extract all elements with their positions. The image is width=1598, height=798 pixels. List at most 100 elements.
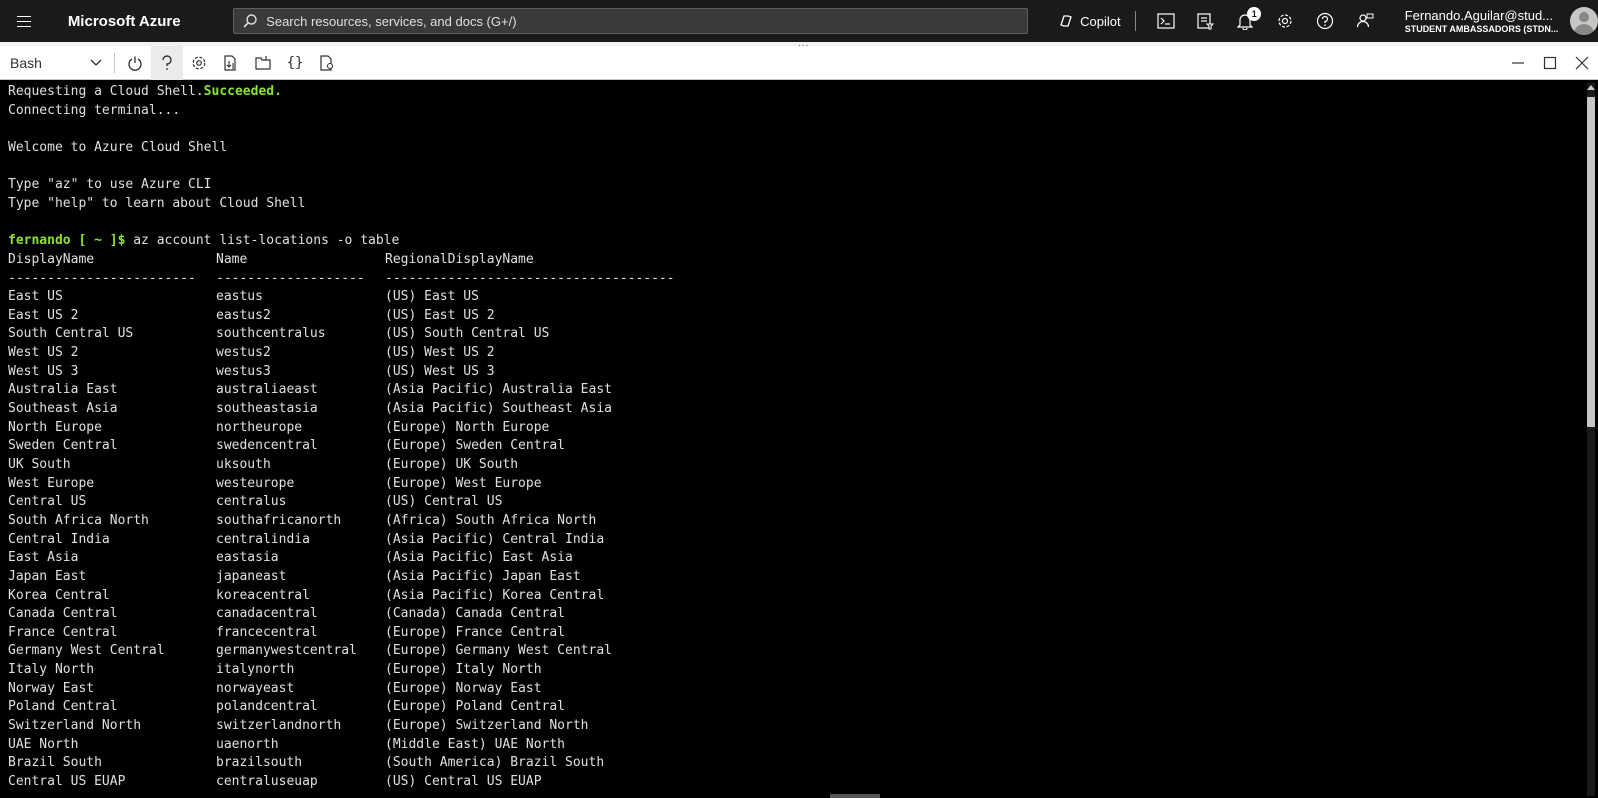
editor-braces-icon: {} — [286, 54, 304, 71]
panel-window-controls — [1502, 46, 1598, 80]
table-cell: australiaeast — [216, 382, 318, 397]
table-cell: (Europe) Italy North — [385, 662, 542, 677]
copilot-button[interactable]: Copilot — [1058, 13, 1121, 29]
table-cell: (Asia Pacific) Southeast Asia — [385, 401, 612, 416]
table-cell: (Middle East) UAE North — [385, 737, 566, 752]
command-text: az account list-locations -o table — [125, 233, 400, 248]
table-cell: (Asia Pacific) Central India — [385, 532, 605, 547]
table-cell: swedencentral — [216, 438, 318, 453]
brand-title[interactable]: Microsoft Azure — [68, 13, 233, 30]
account-name: Fernando.Aguilar@stud... — [1404, 8, 1554, 23]
table-cell: ------------------- — [216, 271, 365, 286]
table-cell: westeurope — [216, 476, 295, 491]
help-menu-button[interactable] — [151, 45, 183, 80]
table-cell: polandcentral — [216, 699, 318, 714]
table-cell: westus3 — [216, 364, 271, 379]
restart-button[interactable] — [119, 46, 151, 80]
table-cell: UK South — [8, 457, 71, 472]
terminal-output[interactable]: Requesting a Cloud Shell.Succeeded. Conne… — [0, 81, 1584, 798]
table-cell: centralindia — [216, 532, 310, 547]
table-cell: switzerlandnorth — [216, 718, 342, 733]
table-cell: centralus — [216, 494, 287, 509]
table-cell: DisplayName — [8, 252, 95, 267]
table-cell: Japan East — [8, 569, 87, 584]
terminal-line: Type "az" to use Azure CLI — [8, 175, 212, 194]
table-cell: southafricanorth — [216, 513, 342, 528]
table-cell: southcentralus — [216, 326, 326, 341]
scrollbar-thumb[interactable] — [1587, 97, 1595, 427]
table-cell: koreacentral — [216, 588, 310, 603]
table-cell: (US) Central US — [385, 494, 503, 509]
terminal-text: Connecting terminal... — [8, 103, 181, 118]
table-cell: Sweden Central — [8, 438, 118, 453]
table-cell: (US) East US 2 — [385, 308, 495, 323]
help-button[interactable] — [1305, 0, 1345, 42]
table-cell: Name — [216, 252, 248, 267]
minimize-button[interactable] — [1502, 46, 1534, 80]
table-cell: southeastasia — [216, 401, 318, 416]
gear-icon — [1278, 14, 1292, 28]
table-cell: canadacentral — [216, 606, 318, 621]
table-cell: East US — [8, 289, 63, 304]
scroll-up-arrow-icon[interactable] — [1587, 85, 1595, 90]
shell-settings-button[interactable] — [183, 46, 215, 80]
account-directory: STUDENT AMBASSADORS (STDN... — [1404, 24, 1559, 34]
upload-download-button[interactable] — [215, 46, 247, 80]
table-cell: eastus — [216, 289, 263, 304]
maximize-icon — [1543, 56, 1557, 70]
table-cell: RegionalDisplayName — [385, 252, 534, 267]
horizontal-scroll-indicator[interactable] — [830, 794, 880, 798]
web-preview-button[interactable] — [311, 46, 343, 80]
directory-filter-button[interactable] — [1185, 0, 1225, 42]
cloud-shell-toolbar: Bash {} — [0, 45, 1598, 80]
close-icon — [1575, 56, 1589, 70]
portal-menu-button[interactable] — [0, 0, 48, 42]
shell-type-select[interactable]: Bash — [0, 46, 110, 80]
table-cell: centraluseuap — [216, 774, 318, 789]
table-cell: Poland Central — [8, 699, 118, 714]
cloud-shell-button[interactable] — [1146, 0, 1186, 42]
table-cell: (Europe) West Europe — [385, 476, 542, 491]
command-prompt-line: fernando [ ~ ]$ az account list-location… — [8, 231, 399, 250]
topbar-separator — [1134, 11, 1136, 31]
open-editor-button[interactable]: {} — [279, 46, 311, 80]
table-cell: (Europe) Poland Central — [385, 699, 566, 714]
maximize-button[interactable] — [1534, 46, 1566, 80]
account-info[interactable]: Fernando.Aguilar@stud... STUDENT AMBASSA… — [1405, 8, 1564, 34]
table-cell: (Europe) Sweden Central — [385, 438, 566, 453]
directory-filter-icon — [1197, 13, 1215, 30]
table-cell: South Africa North — [8, 513, 149, 528]
table-cell: germanywestcentral — [216, 643, 357, 658]
table-cell: (Europe) UK South — [385, 457, 519, 472]
table-cell: (Europe) France Central — [385, 625, 566, 640]
settings-button[interactable] — [1265, 0, 1305, 42]
table-cell: Korea Central — [8, 588, 110, 603]
notifications-button[interactable]: 1 — [1225, 0, 1265, 42]
terminal-scrollbar[interactable] — [1584, 81, 1598, 798]
terminal-line: Connecting terminal... — [8, 101, 180, 120]
table-cell: North Europe — [8, 420, 102, 435]
table-cell: italynorth — [216, 662, 295, 677]
cloud-shell-icon — [1156, 13, 1175, 29]
table-cell: South Central US — [8, 326, 134, 341]
avatar[interactable] — [1570, 7, 1598, 35]
terminal-line: Welcome to Azure Cloud Shell — [8, 138, 227, 157]
table-cell: (Asia Pacific) Australia East — [385, 382, 612, 397]
table-cell: (US) East US — [385, 289, 479, 304]
new-session-button[interactable] — [247, 46, 279, 80]
table-cell: Norway East — [8, 681, 95, 696]
table-cell: (Africa) South Africa North — [385, 513, 597, 528]
feedback-button[interactable] — [1345, 0, 1385, 42]
new-session-icon — [255, 55, 271, 70]
table-cell: East Asia — [8, 550, 79, 565]
question-mark-icon — [162, 54, 172, 70]
table-cell: (Canada) Canada Central — [385, 606, 566, 621]
table-cell: (Asia Pacific) East Asia — [385, 550, 573, 565]
table-cell: Switzerland North — [8, 718, 142, 733]
global-search-input[interactable]: Search resources, services, and docs (G+… — [233, 8, 1029, 34]
feedback-icon — [1356, 13, 1374, 28]
copilot-label: Copilot — [1080, 13, 1121, 29]
table-cell: France Central — [8, 625, 118, 640]
close-button[interactable] — [1566, 46, 1598, 80]
table-cell: East US 2 — [8, 308, 79, 323]
